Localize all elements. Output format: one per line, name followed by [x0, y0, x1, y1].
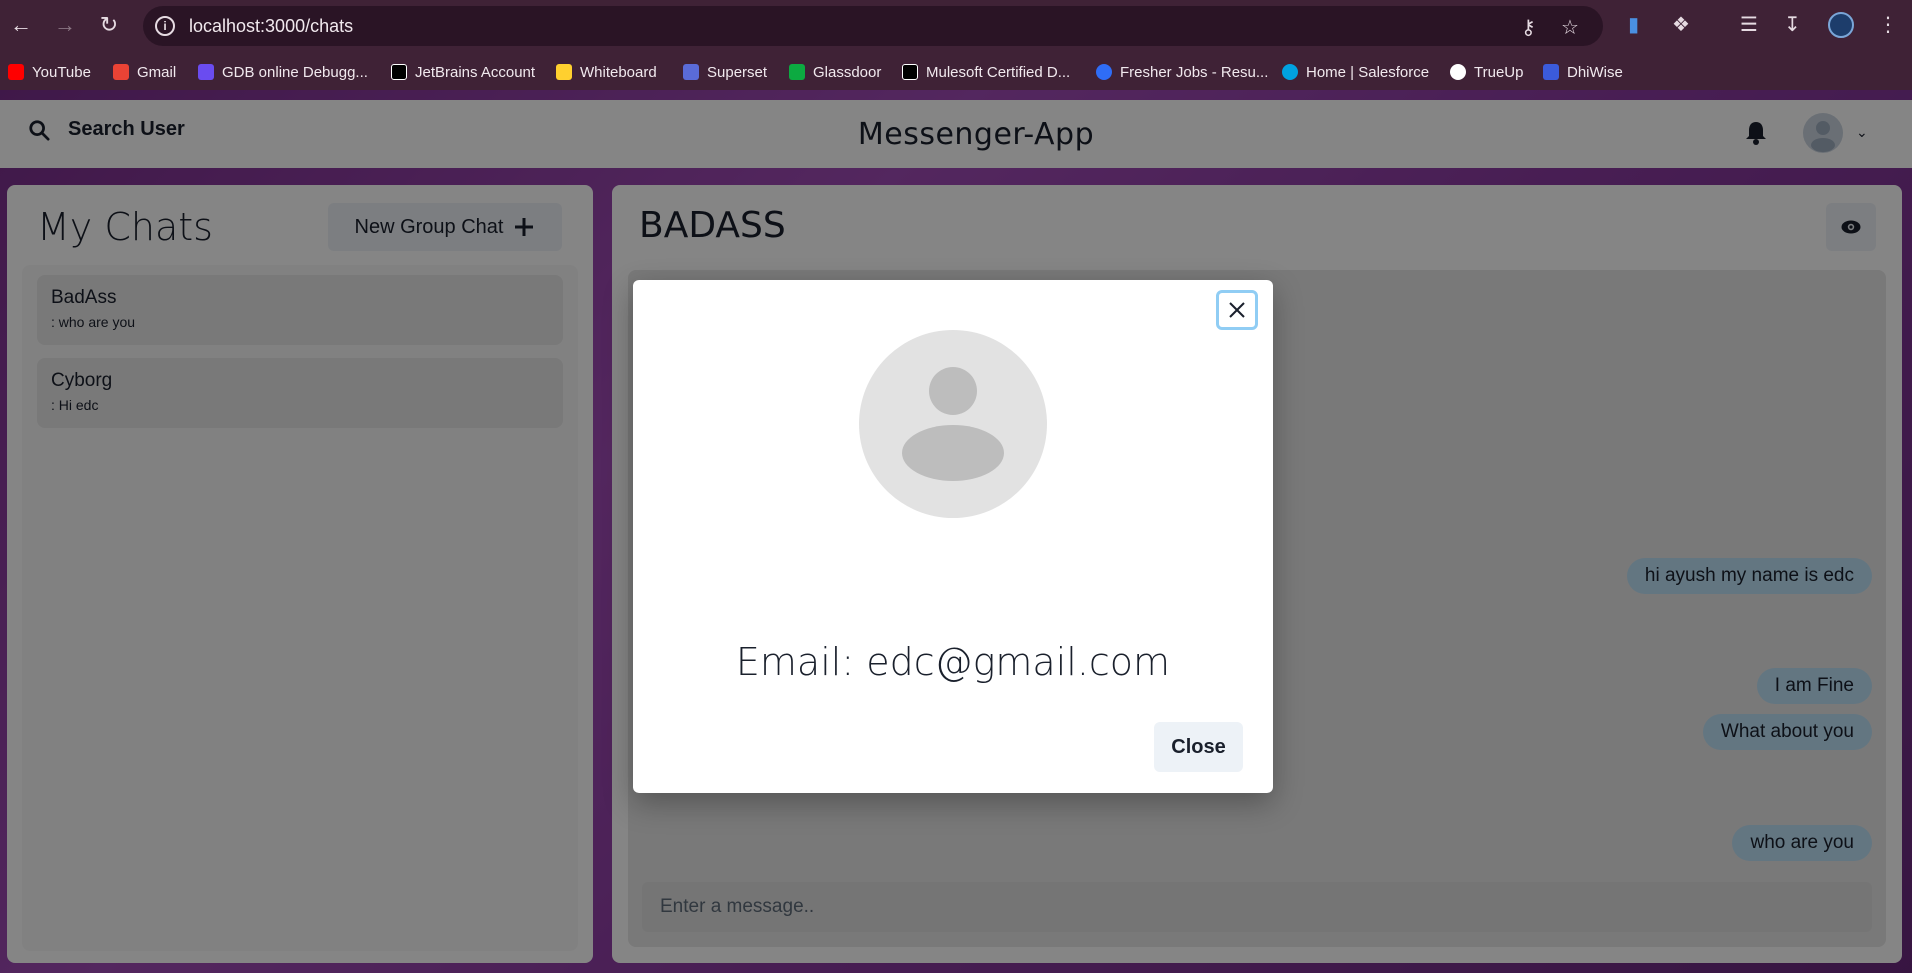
back-icon[interactable]: ←: [8, 12, 34, 38]
url-text[interactable]: localhost:3000/chats: [189, 16, 353, 37]
superset-icon: [683, 64, 699, 80]
jetbrains-icon: [391, 64, 407, 80]
download-icon[interactable]: ↧: [1784, 12, 1801, 37]
bookmark-dhiwise[interactable]: DhiWise: [1543, 61, 1623, 83]
address-bar[interactable]: i localhost:3000/chats ⚷ ☆: [143, 6, 1603, 46]
bookmark-gmail[interactable]: Gmail: [113, 61, 176, 83]
password-key-icon[interactable]: ⚷: [1521, 15, 1536, 40]
salesforce-icon: [1282, 64, 1298, 80]
trueup-icon: [1450, 64, 1466, 80]
fresher-jobs-icon: [1096, 64, 1112, 80]
bookmark-mulesoft[interactable]: Mulesoft Certified D...: [902, 61, 1070, 83]
youtube-icon: [8, 64, 24, 80]
browser-toolbar: ← → ↻ i localhost:3000/chats ⚷ ☆ ▮ ❖ ☰ ↧…: [0, 0, 1912, 53]
bookmark-trueup[interactable]: TrueUp: [1450, 61, 1523, 83]
glassdoor-icon: [789, 64, 805, 80]
profile-modal: Email: edc@gmail.com Close: [633, 280, 1273, 793]
whiteboard-icon: [556, 64, 572, 80]
gmail-icon: [113, 64, 129, 80]
media-queue-icon[interactable]: ☰: [1740, 12, 1758, 37]
close-icon: [1229, 302, 1245, 318]
modal-close-x-button[interactable]: [1216, 290, 1258, 330]
profile-email: Email: edc@gmail.com: [735, 640, 1171, 684]
browser-profile-avatar[interactable]: [1828, 12, 1854, 38]
bookmark-jetbrains[interactable]: JetBrains Account: [391, 61, 535, 83]
extensions-puzzle-icon[interactable]: ❖: [1672, 12, 1690, 37]
bookmark-star-icon[interactable]: ☆: [1561, 15, 1579, 40]
modal-close-button[interactable]: Close: [1154, 722, 1243, 772]
bookmark-salesforce[interactable]: Home | Salesforce: [1282, 61, 1429, 83]
bookmark-youtube[interactable]: YouTube: [8, 61, 91, 83]
medium-icon: [902, 64, 918, 80]
reload-icon[interactable]: ↻: [96, 12, 122, 38]
bookmark-fresher-jobs[interactable]: Fresher Jobs - Resu...: [1096, 61, 1268, 83]
bookmark-glassdoor[interactable]: Glassdoor: [789, 61, 881, 83]
forward-icon[interactable]: →: [52, 12, 78, 38]
bookmark-superset[interactable]: Superset: [683, 61, 767, 83]
bookmark-gdb[interactable]: GDB online Debugg...: [198, 61, 368, 83]
dhiwise-icon: [1543, 64, 1559, 80]
site-info-icon[interactable]: i: [155, 16, 175, 36]
bookmarks-bar: YouTube Gmail GDB online Debugg... JetBr…: [0, 53, 1912, 90]
bookmark-whiteboard[interactable]: Whiteboard: [556, 61, 657, 83]
profile-picture: [859, 330, 1047, 518]
browser-menu-icon[interactable]: ⋮: [1878, 12, 1898, 37]
extension-tab-icon[interactable]: ▮: [1628, 12, 1639, 37]
gdb-icon: [198, 64, 214, 80]
